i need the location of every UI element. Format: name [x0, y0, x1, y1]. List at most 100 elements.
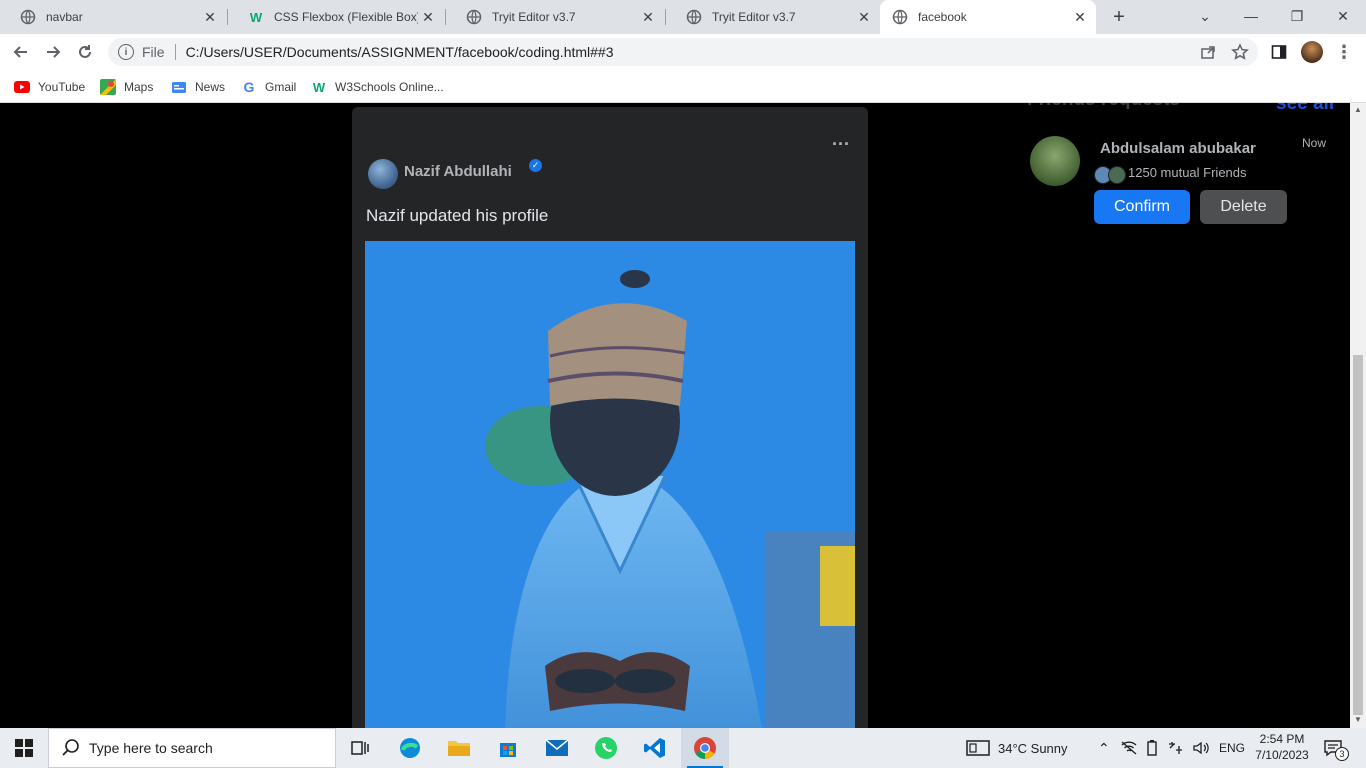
- network-icon[interactable]: [1121, 728, 1137, 768]
- search-placeholder: Type here to search: [89, 740, 213, 756]
- file-explorer-icon[interactable]: [435, 728, 483, 768]
- restore-button[interactable]: ❐: [1274, 0, 1320, 32]
- close-icon[interactable]: ✕: [200, 9, 220, 26]
- bookmark-label: Maps: [124, 80, 154, 94]
- weather-text: 34°C Sunny: [998, 740, 1068, 756]
- bookmark-w3schools[interactable]: W W3Schools Online...: [311, 76, 444, 98]
- profile-photo-illustration: [365, 241, 855, 728]
- mutual-friend-avatar: [1108, 166, 1126, 184]
- task-view-icon[interactable]: [336, 728, 384, 768]
- tab-label: navbar: [46, 10, 83, 24]
- notification-count-badge: 3: [1335, 747, 1349, 761]
- system-clock[interactable]: 2:54 PM 7/10/2023: [1250, 731, 1314, 763]
- bookmarks-bar: YouTube Maps News G Gmail W W3Schools On…: [0, 70, 1366, 103]
- close-icon[interactable]: ✕: [854, 9, 874, 26]
- tab-label: facebook: [918, 10, 967, 24]
- globe-icon: [686, 9, 702, 25]
- divider: [174, 44, 176, 60]
- bookmark-maps[interactable]: Maps: [100, 76, 153, 98]
- profile-avatar[interactable]: [1301, 41, 1323, 63]
- side-panel-icon[interactable]: [1268, 41, 1290, 63]
- info-icon[interactable]: i: [118, 44, 134, 60]
- chrome-icon[interactable]: [681, 728, 729, 768]
- volume-icon[interactable]: [1192, 728, 1210, 768]
- minimize-button[interactable]: —: [1228, 0, 1274, 32]
- tab-facebook[interactable]: facebook ✕: [880, 0, 1096, 34]
- bookmark-label: YouTube: [38, 80, 86, 94]
- bookmark-youtube[interactable]: YouTube: [14, 76, 85, 98]
- friend-requests-title: Friends requests: [1027, 103, 1180, 111]
- confirm-button[interactable]: Confirm: [1094, 190, 1190, 224]
- back-button[interactable]: [10, 41, 32, 63]
- verified-badge-icon: ✓: [529, 159, 542, 172]
- show-hidden-icons-chevron-icon[interactable]: ⌃: [1098, 728, 1110, 768]
- share-icon[interactable]: [1197, 41, 1219, 63]
- bookmark-label: Gmail: [265, 80, 297, 94]
- post-text: Nazif updated his profile: [366, 206, 549, 225]
- tab-css-flexbox[interactable]: W CSS Flexbox (Flexible Box) ✕: [228, 0, 444, 34]
- requester-avatar[interactable]: [1030, 136, 1080, 186]
- taskbar-search-box[interactable]: Type here to search: [48, 728, 336, 768]
- tab-label: Tryit Editor v3.7: [712, 10, 796, 24]
- tab-tryit-editor-2[interactable]: Tryit Editor v3.7 ✕: [666, 0, 880, 34]
- browser-toolbar: i File C:/Users/USER/Documents/ASSIGNMEN…: [0, 34, 1366, 70]
- vscode-icon[interactable]: [631, 728, 679, 768]
- page-scrollbar[interactable]: ▲ ▼: [1350, 103, 1366, 728]
- forward-button[interactable]: [42, 41, 64, 63]
- search-icon: [62, 739, 79, 756]
- edge-icon[interactable]: [386, 728, 434, 768]
- delete-button[interactable]: Delete: [1200, 190, 1287, 224]
- language-indicator[interactable]: ENG: [1219, 728, 1245, 768]
- close-icon[interactable]: ✕: [418, 9, 438, 26]
- windows-start-button[interactable]: [0, 728, 48, 768]
- clock-date: 7/10/2023: [1255, 748, 1309, 762]
- post-photo[interactable]: [365, 241, 855, 728]
- bookmark-gmail[interactable]: G Gmail: [241, 76, 297, 98]
- battery-icon[interactable]: [1145, 728, 1159, 768]
- input-method-icon[interactable]: [1167, 728, 1183, 768]
- w3schools-icon: W: [312, 79, 326, 95]
- scrollbar-thumb[interactable]: [1353, 355, 1363, 715]
- bookmark-label: W3Schools Online...: [335, 80, 444, 94]
- close-window-button[interactable]: ✕: [1320, 0, 1366, 32]
- windows-logo-icon: [15, 739, 33, 757]
- weather-widget[interactable]: 34°C Sunny: [966, 728, 1068, 768]
- post-author-avatar[interactable]: [368, 159, 398, 189]
- microsoft-store-icon[interactable]: [484, 728, 532, 768]
- notifications-icon[interactable]: 3: [1323, 728, 1357, 768]
- weather-icon: [966, 740, 990, 756]
- more-menu-icon[interactable]: ⋮: [1333, 41, 1355, 63]
- clock-time: 2:54 PM: [1259, 732, 1305, 746]
- address-bar[interactable]: i File C:/Users/USER/Documents/ASSIGNMEN…: [108, 38, 1258, 66]
- tab-search-chevron-icon[interactable]: ⌄: [1182, 0, 1228, 32]
- bookmark-label: News: [195, 80, 226, 94]
- post-card: ... Nazif Abdullahi ✓ Nazif updated his …: [352, 107, 868, 728]
- request-time: Now: [1302, 136, 1327, 150]
- tab-navbar[interactable]: navbar ✕: [0, 0, 226, 34]
- mutual-friends-count: 1250 mutual Friends: [1128, 165, 1247, 180]
- w3schools-icon: W: [249, 9, 263, 25]
- bookmark-star-icon[interactable]: [1229, 41, 1251, 63]
- tab-label: Tryit Editor v3.7: [492, 10, 576, 24]
- url-text[interactable]: C:/Users/USER/Documents/ASSIGNMENT/faceb…: [186, 44, 614, 60]
- mail-icon[interactable]: [533, 728, 581, 768]
- scroll-down-arrow-icon[interactable]: ▼: [1354, 715, 1362, 724]
- globe-icon: [892, 9, 908, 25]
- google-icon: G: [243, 79, 255, 95]
- see-all-link[interactable]: see all: [1276, 103, 1334, 115]
- tab-label: CSS Flexbox (Flexible Box): [274, 10, 418, 24]
- maps-icon: [100, 79, 116, 95]
- whatsapp-icon[interactable]: [582, 728, 630, 768]
- post-options-icon[interactable]: ...: [832, 129, 850, 150]
- close-icon[interactable]: ✕: [638, 9, 658, 26]
- bookmark-news[interactable]: News: [171, 76, 225, 98]
- scroll-up-arrow-icon[interactable]: ▲: [1354, 105, 1362, 114]
- post-author-name[interactable]: Nazif Abdullahi: [404, 163, 512, 180]
- close-icon[interactable]: ✕: [1070, 9, 1090, 26]
- reload-button[interactable]: [74, 41, 96, 63]
- tab-tryit-editor[interactable]: Tryit Editor v3.7 ✕: [446, 0, 664, 34]
- requester-name[interactable]: Abdulsalam abubakar: [1100, 140, 1256, 157]
- new-tab-button[interactable]: +: [1108, 6, 1130, 28]
- youtube-icon: [14, 79, 30, 95]
- globe-icon: [20, 9, 36, 25]
